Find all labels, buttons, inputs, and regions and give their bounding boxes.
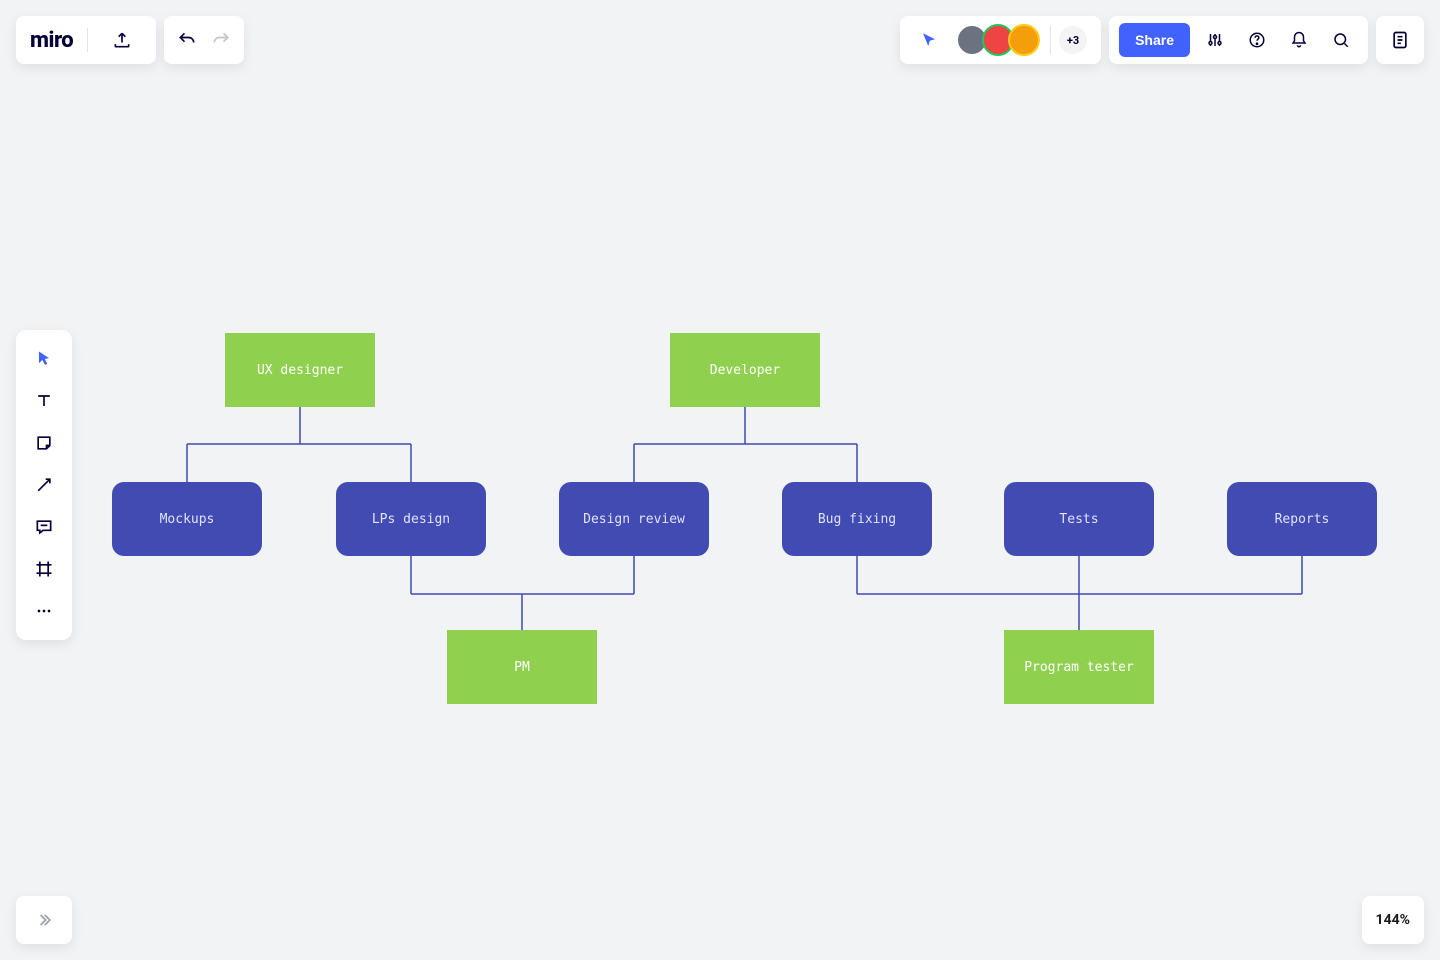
search-button[interactable] <box>1324 23 1358 57</box>
undo-icon <box>177 30 197 50</box>
comment-icon <box>34 517 54 537</box>
frame-tool[interactable] <box>16 548 72 590</box>
avatar-overflow[interactable]: +3 <box>1057 24 1089 56</box>
role-ux[interactable]: UX designer <box>225 333 375 407</box>
top-right-controls: +3 Share <box>900 16 1424 64</box>
cursor-icon <box>920 31 938 49</box>
outline-button[interactable] <box>1376 16 1424 64</box>
help-icon <box>1248 31 1266 49</box>
share-panel: Share <box>1109 16 1368 64</box>
task-bug[interactable]: Bug fixing <box>782 482 932 556</box>
more-icon <box>34 601 54 621</box>
bell-icon <box>1290 31 1308 49</box>
expand-panel-button[interactable] <box>16 896 72 944</box>
board-canvas[interactable]: UX designer Developer PM Program tester Mock… <box>0 0 1440 960</box>
zoom-indicator[interactable]: 144% <box>1362 896 1424 944</box>
document-icon <box>1390 30 1410 50</box>
sticky-note-tool[interactable] <box>16 422 72 464</box>
collaborator-avatar[interactable] <box>1008 24 1040 56</box>
undo-button[interactable] <box>170 16 204 64</box>
logo-panel: miro <box>16 16 156 64</box>
divider <box>1050 26 1051 54</box>
top-left-controls: miro <box>16 16 244 64</box>
presence-panel: +3 <box>900 16 1101 64</box>
redo-icon <box>211 30 231 50</box>
zoom-value: 144% <box>1376 912 1410 928</box>
export-button[interactable] <box>102 16 142 64</box>
sliders-icon <box>1206 31 1224 49</box>
task-review[interactable]: Design review <box>559 482 709 556</box>
export-icon <box>112 30 132 50</box>
comment-tool[interactable] <box>16 506 72 548</box>
task-tests[interactable]: Tests <box>1004 482 1154 556</box>
divider <box>87 28 88 52</box>
arrow-icon <box>34 475 54 495</box>
undo-redo-panel <box>164 16 244 64</box>
help-button[interactable] <box>1240 23 1274 57</box>
role-dev[interactable]: Developer <box>670 333 820 407</box>
miro-logo[interactable]: miro <box>30 28 73 53</box>
select-tool[interactable] <box>16 338 72 380</box>
redo-button[interactable] <box>204 16 238 64</box>
search-icon <box>1332 31 1350 49</box>
line-tool[interactable] <box>16 464 72 506</box>
task-lps[interactable]: LPs design <box>336 482 486 556</box>
text-tool[interactable] <box>16 380 72 422</box>
task-mockups[interactable]: Mockups <box>112 482 262 556</box>
follow-cursor-button[interactable] <box>912 23 946 57</box>
pointer-icon <box>34 349 54 369</box>
collaborator-avatars[interactable] <box>956 24 1040 56</box>
chevrons-right-icon <box>34 910 54 930</box>
settings-button[interactable] <box>1198 23 1232 57</box>
role-tester[interactable]: Program tester <box>1004 630 1154 704</box>
notifications-button[interactable] <box>1282 23 1316 57</box>
text-icon <box>34 391 54 411</box>
role-pm[interactable]: PM <box>447 630 597 704</box>
sticky-icon <box>34 433 54 453</box>
more-tools[interactable] <box>16 590 72 632</box>
share-button[interactable]: Share <box>1119 23 1190 57</box>
task-reports[interactable]: Reports <box>1227 482 1377 556</box>
diagram-connectors <box>0 0 1440 960</box>
frame-icon <box>34 559 54 579</box>
tool-toolbar <box>16 330 72 640</box>
